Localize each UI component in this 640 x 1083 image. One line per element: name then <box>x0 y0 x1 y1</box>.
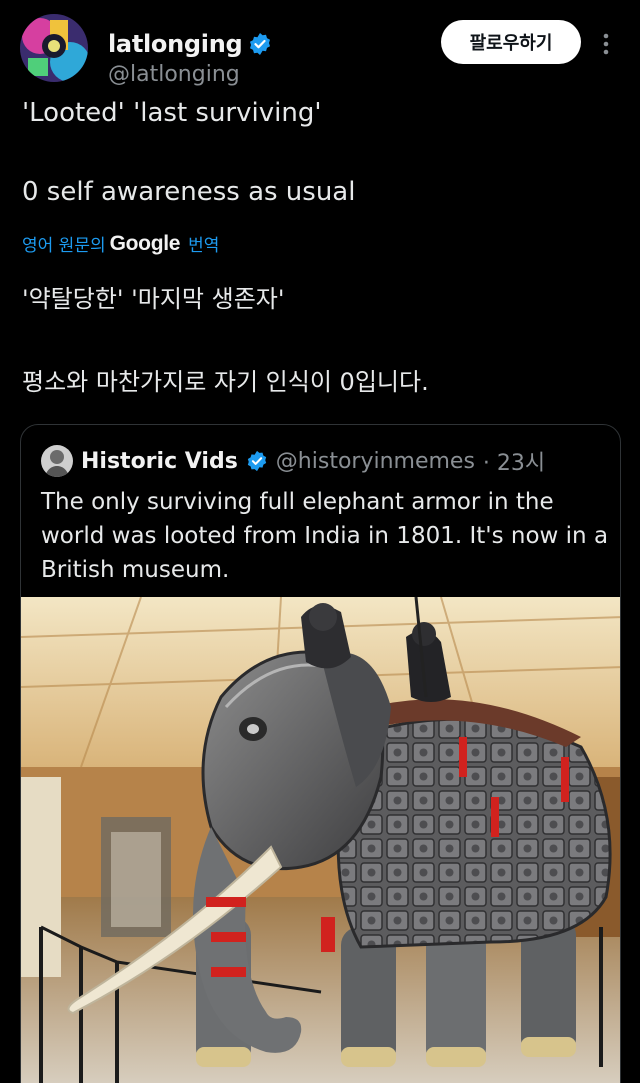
verified-badge-icon <box>246 450 268 472</box>
tweet-header: latlonging @latlonging 팔로우하기 <box>20 14 620 87</box>
quoted-author-name[interactable]: Historic Vids <box>81 449 238 474</box>
quoted-text-line: The only surviving full elephant armor i… <box>41 489 554 515</box>
quoted-text-line: world was looted from India in 1801. It'… <box>41 523 609 549</box>
quoted-author-avatar[interactable] <box>41 445 73 477</box>
author-avatar[interactable] <box>20 14 88 82</box>
translation-line: '약탈당한' '마지막 생존자' <box>22 285 285 313</box>
verified-badge-icon <box>248 32 272 56</box>
more-options-icon[interactable] <box>600 30 612 58</box>
quoted-tweet[interactable]: Historic Vids @historyinmemes · 23시 The … <box>20 424 621 1083</box>
tweet-text-line: 'Looted' 'last surviving' <box>22 98 322 128</box>
quoted-timestamp: · 23시 <box>482 451 546 476</box>
quoted-tweet-text: The only surviving full elephant armor i… <box>41 485 609 587</box>
author-name[interactable]: latlonging <box>108 30 243 58</box>
author-handle[interactable]: @latlonging <box>108 62 240 87</box>
translate-prefix: 영어 원문의 <box>22 236 106 256</box>
translate-suffix: 번역 <box>188 236 220 256</box>
quoted-text-line: British museum. <box>41 557 230 583</box>
google-logo-text: Google <box>109 231 181 255</box>
tweet-text-line: 0 self awareness as usual <box>22 177 356 207</box>
quoted-author-handle[interactable]: @historyinmemes <box>276 449 475 474</box>
follow-button[interactable]: 팔로우하기 <box>441 20 581 64</box>
elephant-armor-photo[interactable] <box>21 596 620 1083</box>
translated-by-google[interactable]: 영어 원문의 Google 번역 <box>22 231 220 257</box>
translation-line: 평소와 마찬가지로 자기 인식이 0입니다. <box>22 368 429 396</box>
